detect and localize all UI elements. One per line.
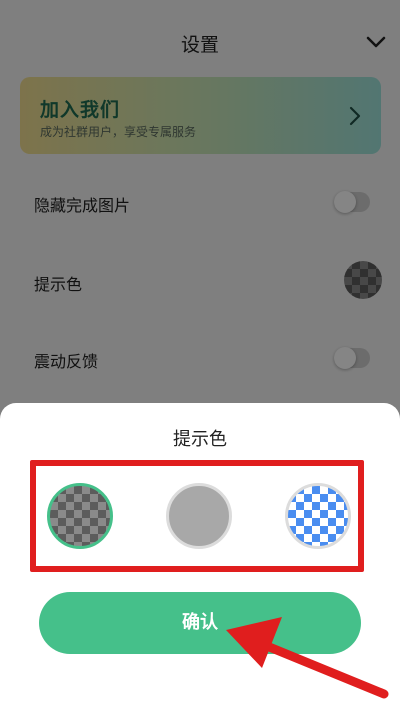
- confirm-button[interactable]: 确认: [39, 592, 361, 654]
- hint-color-dialog: 提示色 确认: [0, 403, 400, 712]
- color-option-gray-checker[interactable]: [47, 483, 113, 549]
- color-option-blue-checker[interactable]: [285, 483, 351, 549]
- dialog-title: 提示色: [173, 429, 227, 450]
- color-option-solid-gray[interactable]: [166, 483, 232, 549]
